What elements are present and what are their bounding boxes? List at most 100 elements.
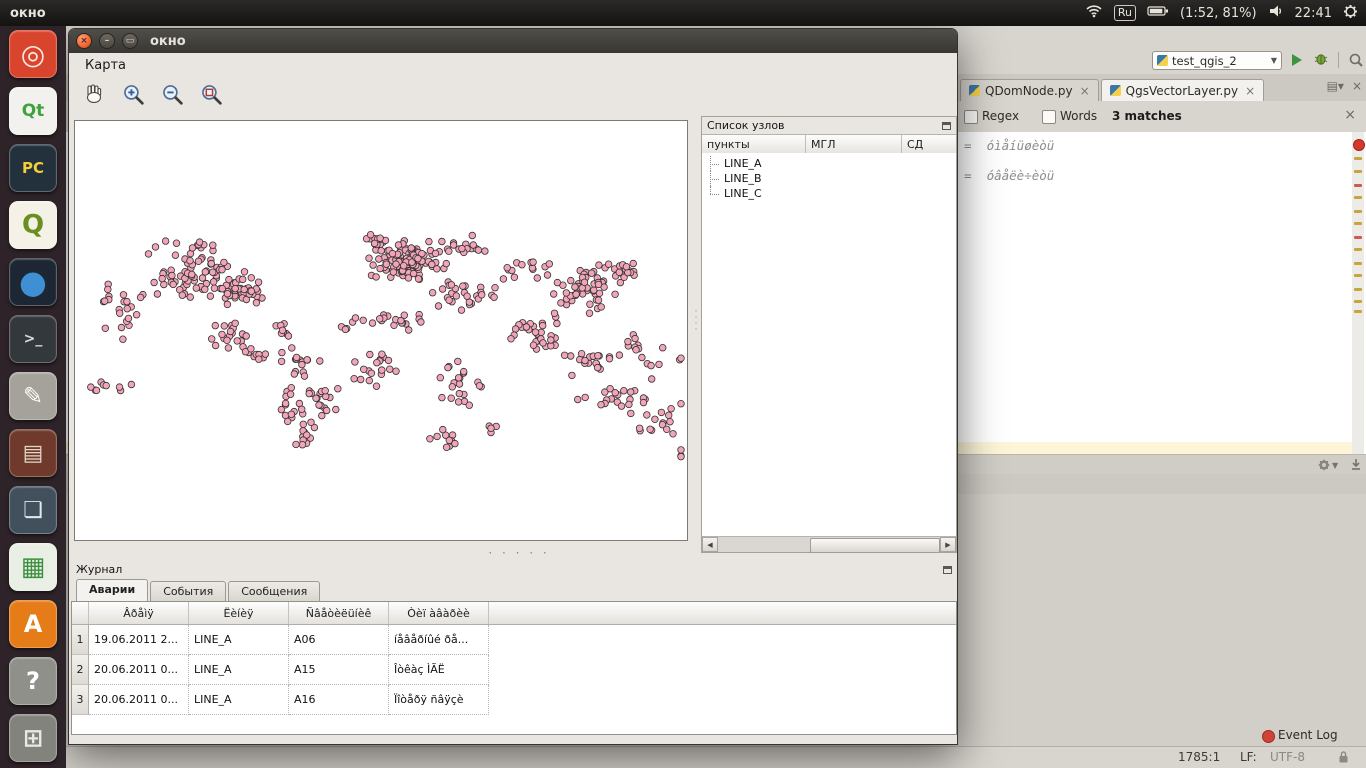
tree-item-line_c[interactable]: LINE_C xyxy=(702,186,956,201)
line-separator[interactable]: LF: xyxy=(1240,750,1257,764)
python-icon xyxy=(1110,85,1121,96)
regex-checkbox[interactable] xyxy=(964,110,978,124)
zoom-in-icon[interactable] xyxy=(120,81,146,107)
words-label[interactable]: Words xyxy=(1060,109,1097,123)
tab-list-icon[interactable]: ▤▾ xyxy=(1327,79,1344,93)
debug-button[interactable] xyxy=(1314,53,1328,69)
log-row[interactable]: 320.06.2011 0...LINE_AA16Ïîòåðÿ ñâÿçè xyxy=(72,685,956,715)
battery-icon[interactable] xyxy=(1147,5,1169,21)
float-icon[interactable] xyxy=(943,566,952,574)
launcher-item-workspaces[interactable]: ⊞ xyxy=(9,714,57,762)
launcher-item-spreadsheet[interactable]: ▦ xyxy=(9,543,57,591)
nodes-column-header-2[interactable]: МГЛ xyxy=(806,135,902,154)
launcher-item-text-editor[interactable]: ✎ xyxy=(9,372,57,420)
lint-mark[interactable] xyxy=(1354,157,1362,160)
clock[interactable]: 22:41 xyxy=(1295,6,1332,21)
scroll-left-icon[interactable]: ◀ xyxy=(702,537,718,552)
launcher-item-documents[interactable]: ❏ xyxy=(9,486,57,534)
regex-label[interactable]: Regex xyxy=(982,109,1019,123)
file-encoding[interactable]: UTF-8 xyxy=(1270,750,1305,764)
launcher-item-qt-creator[interactable]: Qt xyxy=(9,87,57,135)
lint-mark[interactable] xyxy=(1354,196,1362,199)
lint-mark[interactable] xyxy=(1354,274,1362,277)
blue-app-icon: ● xyxy=(19,263,47,301)
network-icon[interactable] xyxy=(1085,4,1103,22)
zoom-out-icon[interactable] xyxy=(159,81,185,107)
dock-down-icon[interactable] xyxy=(1350,458,1362,474)
maximize-button[interactable]: ▭ xyxy=(122,33,138,49)
caret-position[interactable]: 1785:1 xyxy=(1178,750,1220,764)
log-column-header-2[interactable]: Ëèíèÿ xyxy=(189,602,289,624)
nodes-column-header-1[interactable]: пункты xyxy=(702,135,806,154)
scrollbar-thumb[interactable] xyxy=(810,538,940,553)
lint-mark[interactable] xyxy=(1354,248,1362,251)
log-tab-3[interactable]: Сообщения xyxy=(228,581,320,601)
close-button[interactable]: × xyxy=(76,33,92,49)
launcher-item-ubuntu-dash[interactable]: ◎ xyxy=(9,30,57,78)
editor-tab-2[interactable]: QgsVectorLayer.py× xyxy=(1101,79,1265,101)
map-point xyxy=(389,250,396,257)
map-point xyxy=(554,320,561,327)
pan-icon[interactable] xyxy=(81,81,107,107)
gear-icon[interactable] xyxy=(1318,459,1330,471)
menu-karta[interactable]: Карта xyxy=(77,56,134,75)
log-tab-2[interactable]: События xyxy=(150,581,226,601)
keyboard-indicator[interactable]: Ru xyxy=(1114,5,1136,21)
session-icon[interactable] xyxy=(1343,4,1358,23)
lint-mark[interactable] xyxy=(1354,310,1362,313)
log-header-corner[interactable] xyxy=(72,602,89,624)
launcher-item-file-cabinet[interactable]: ▤ xyxy=(9,429,57,477)
log-column-header-4[interactable]: Òèï àâàðèè xyxy=(389,602,489,624)
lock-icon[interactable] xyxy=(1338,750,1349,767)
battery-status[interactable]: (1:52, 81%) xyxy=(1180,6,1257,21)
log-tab-1[interactable]: Аварии xyxy=(76,579,148,601)
run-button[interactable] xyxy=(1292,54,1302,66)
lint-mark[interactable] xyxy=(1354,210,1362,213)
window-titlebar[interactable]: × – ▭ окно xyxy=(69,29,957,53)
words-checkbox[interactable] xyxy=(1042,110,1056,124)
launcher-item-pycharm[interactable]: PC xyxy=(9,144,57,192)
tabbar-close-icon[interactable]: × xyxy=(1352,79,1362,93)
volume-icon[interactable] xyxy=(1268,4,1284,22)
gear-dropdown-icon[interactable]: ▼ xyxy=(1332,461,1338,470)
scroll-right-icon[interactable]: ▶ xyxy=(940,537,956,552)
log-column-header-3[interactable]: Ñâåòèëüíèê xyxy=(289,602,389,624)
launcher-item-terminal[interactable]: >_ xyxy=(9,315,57,363)
log-cell: 20.06.2011 0... xyxy=(89,655,189,685)
lint-mark[interactable] xyxy=(1354,170,1362,173)
search-everywhere-icon[interactable] xyxy=(1348,52,1364,71)
editor-tab-1[interactable]: QDomNode.py× xyxy=(960,79,1099,101)
nodes-hscrollbar[interactable]: ◀ ▶ xyxy=(702,536,956,552)
search-close-icon[interactable]: × xyxy=(1344,107,1356,123)
map-canvas[interactable] xyxy=(74,120,688,541)
horizontal-splitter-handle[interactable]: · · · · · xyxy=(479,546,559,560)
map-point xyxy=(137,294,144,301)
run-configuration-select[interactable]: test_qgis_2 ▼ xyxy=(1152,51,1282,70)
map-point xyxy=(385,357,392,364)
event-log-label[interactable]: Event Log xyxy=(1278,728,1338,742)
vertical-splitter-handle[interactable]: ···· xyxy=(692,309,700,369)
lint-mark[interactable] xyxy=(1354,300,1362,303)
lint-mark[interactable] xyxy=(1354,184,1362,187)
map-point xyxy=(367,351,374,358)
log-column-header-1[interactable]: Âðåìÿ xyxy=(89,602,189,624)
nodes-column-header-3[interactable]: СД xyxy=(902,135,956,154)
zoom-extent-icon[interactable] xyxy=(198,81,224,107)
tab-close-icon[interactable]: × xyxy=(1245,84,1255,98)
launcher-item-libreoffice[interactable]: A xyxy=(9,600,57,648)
lint-mark[interactable] xyxy=(1354,222,1362,225)
lint-mark[interactable] xyxy=(1354,236,1362,239)
log-row[interactable]: 119.06.2011 2...LINE_AA06íåâåðíûé ðå... xyxy=(72,625,956,655)
lint-mark[interactable] xyxy=(1354,288,1362,291)
launcher-item-qgis[interactable]: Q xyxy=(9,201,57,249)
menubar: Карта xyxy=(69,53,957,77)
minimize-button[interactable]: – xyxy=(99,33,115,49)
lint-mark[interactable] xyxy=(1354,262,1362,265)
launcher-item-blue-app[interactable]: ● xyxy=(9,258,57,306)
float-icon[interactable] xyxy=(942,122,951,130)
launcher-item-help[interactable]: ? xyxy=(9,657,57,705)
tree-item-line_b[interactable]: LINE_B xyxy=(702,171,956,186)
tree-item-line_a[interactable]: LINE_A xyxy=(702,156,956,171)
log-row[interactable]: 220.06.2011 0...LINE_AA15Îòêàç ÌÃË xyxy=(72,655,956,685)
tab-close-icon[interactable]: × xyxy=(1080,84,1090,98)
